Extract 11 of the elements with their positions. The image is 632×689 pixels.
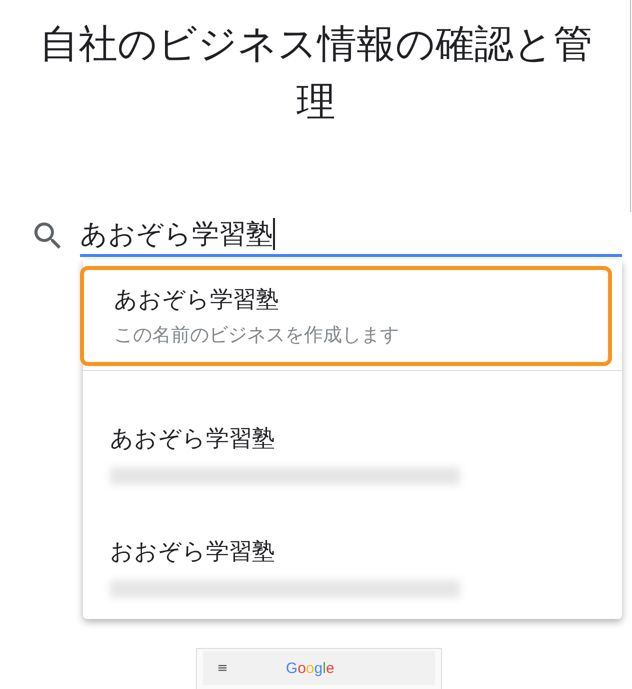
suggestion-item[interactable]: あおぞら学習塾 この名前のビジネスを作成します xyxy=(80,266,612,366)
page-title: 自社のビジネス情報の確認と管理 xyxy=(38,21,594,127)
search-field[interactable]: あおぞら学習塾 xyxy=(80,214,622,257)
create-hint: この名前のビジネスを作成します xyxy=(114,323,400,348)
menu-icon: ≡ xyxy=(217,660,228,676)
business-name: おおぞら学習塾 xyxy=(110,538,276,567)
logo: Google xyxy=(286,660,334,676)
suggestion-item[interactable]: あおぞら学習塾 xyxy=(80,371,612,484)
business-name: あおぞら学習塾 xyxy=(114,286,280,315)
business-name: あおぞら学習塾 xyxy=(110,425,276,454)
suggestion-item[interactable]: おおぞら学習塾 xyxy=(80,484,612,597)
